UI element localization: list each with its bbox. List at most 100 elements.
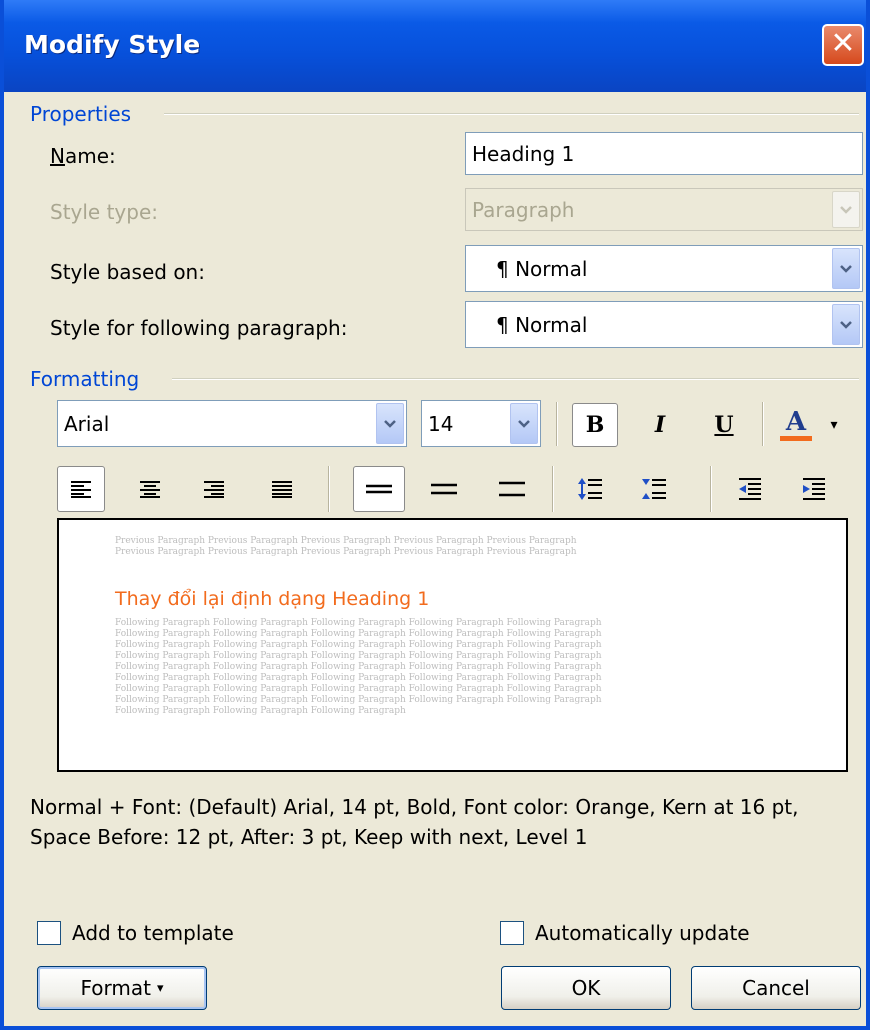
toolbar-separator — [710, 466, 712, 512]
font-color-button[interactable]: A — [774, 401, 818, 447]
justify-button[interactable] — [258, 466, 306, 512]
dialog-title: Modify Style — [24, 30, 201, 59]
ok-button[interactable]: OK — [501, 966, 671, 1010]
style-type-label: Style type: — [50, 200, 159, 224]
based-on-dropdown-button[interactable] — [832, 248, 860, 289]
single-spacing-icon — [366, 484, 392, 494]
dropdown-arrow-icon: ▾ — [156, 980, 164, 996]
properties-group-label: Properties — [30, 102, 132, 126]
space-before-button[interactable] — [566, 466, 614, 512]
increase-spacing-icon — [578, 478, 602, 500]
italic-button[interactable]: I — [637, 403, 683, 447]
following-paragraph-line: Following Paragraph Following Paragraph … — [115, 695, 602, 705]
add-to-template-checkbox[interactable] — [37, 921, 61, 945]
close-button[interactable]: ✕ — [822, 24, 864, 66]
modify-style-dialog: Modify Style ✕ Properties Name: Heading … — [0, 0, 870, 1030]
auto-update-checkbox[interactable] — [500, 921, 524, 945]
font-color-swatch — [780, 435, 812, 441]
name-label: Name: — [50, 144, 116, 168]
double-spacing-icon — [499, 481, 525, 497]
dropdown-arrow-icon: ▾ — [830, 417, 838, 433]
toolbar-separator — [762, 402, 764, 446]
format-button-label: Format — [80, 976, 151, 1000]
name-label-text: ame: — [64, 144, 116, 168]
font-size-select[interactable]: 14 — [421, 400, 541, 447]
underline-icon: U — [714, 412, 734, 438]
style-type-select: Paragraph — [465, 188, 863, 231]
following-paragraph-line: Following Paragraph Following Paragraph … — [115, 629, 602, 639]
name-input-value: Heading 1 — [472, 141, 575, 166]
following-paragraph-line: Following Paragraph Following Paragraph … — [115, 662, 602, 672]
title-bar[interactable]: Modify Style ✕ — [4, 0, 866, 92]
style-preview: Previous Paragraph Previous Paragraph Pr… — [57, 518, 848, 772]
following-paragraph-dropdown-button[interactable] — [832, 304, 860, 345]
font-color-icon: A — [785, 406, 807, 437]
decrease-indent-button[interactable] — [726, 466, 774, 512]
properties-divider — [164, 113, 859, 115]
font-select[interactable]: Arial — [57, 400, 407, 447]
align-left-button[interactable] — [57, 466, 105, 512]
chevron-down-icon — [384, 419, 396, 428]
space-after-button[interactable] — [630, 466, 678, 512]
name-input[interactable]: Heading 1 — [465, 132, 863, 175]
single-spacing-button[interactable] — [353, 466, 405, 512]
formatting-divider — [172, 378, 859, 380]
underline-button[interactable]: U — [701, 403, 747, 447]
double-spacing-button[interactable] — [486, 466, 538, 512]
add-to-template-label[interactable]: Add to template — [72, 921, 234, 945]
cancel-button-label: Cancel — [742, 976, 810, 1000]
align-left-icon — [71, 481, 91, 498]
name-label-accelerator: N — [50, 144, 65, 168]
font-color-dropdown-button[interactable]: ▾ — [822, 403, 846, 447]
based-on-value: ¶ Normal — [496, 256, 588, 281]
chevron-down-icon — [840, 264, 852, 273]
format-button[interactable]: Format ▾ — [37, 966, 207, 1010]
toolbar-separator — [552, 466, 554, 512]
font-size-dropdown-button[interactable] — [510, 403, 538, 444]
one-half-spacing-icon — [431, 483, 457, 495]
one-half-spacing-button[interactable] — [418, 466, 470, 512]
following-paragraph-line: Following Paragraph Following Paragraph … — [115, 673, 602, 683]
preview-heading: Thay đổi lại định dạng Heading 1 — [115, 588, 430, 610]
formatting-group-label: Formatting — [30, 367, 140, 391]
justify-icon — [272, 481, 292, 498]
following-paragraph-line: Following Paragraph Following Paragraph … — [115, 684, 602, 694]
increase-indent-icon — [803, 478, 825, 500]
based-on-label: Style based on: — [50, 260, 205, 284]
decrease-indent-icon — [739, 478, 761, 500]
chevron-down-icon — [518, 419, 530, 428]
following-paragraph-line: Following Paragraph Following Paragraph … — [115, 618, 602, 628]
style-description: Normal + Font: (Default) Arial, 14 pt, B… — [30, 795, 799, 849]
following-paragraph-line: Following Paragraph Following Paragraph … — [115, 651, 602, 661]
style-type-dropdown-button — [832, 191, 860, 228]
italic-icon: I — [654, 412, 666, 438]
previous-paragraph-line: Previous Paragraph Previous Paragraph Pr… — [115, 536, 577, 546]
align-right-button[interactable] — [190, 466, 238, 512]
increase-indent-button[interactable] — [790, 466, 838, 512]
ok-button-label: OK — [571, 976, 601, 1000]
font-value: Arial — [64, 411, 110, 436]
font-dropdown-button[interactable] — [376, 403, 404, 444]
align-center-icon — [140, 481, 160, 498]
based-on-select[interactable]: ¶ Normal — [465, 245, 863, 292]
toolbar-separator — [556, 402, 558, 446]
following-paragraph-select[interactable]: ¶ Normal — [465, 301, 863, 348]
auto-update-label[interactable]: Automatically update — [535, 921, 750, 945]
previous-paragraph-line: Previous Paragraph Previous Paragraph Pr… — [115, 547, 577, 557]
decrease-spacing-icon — [642, 479, 666, 499]
cancel-button[interactable]: Cancel — [691, 966, 861, 1010]
style-type-value: Paragraph — [472, 197, 575, 222]
font-size-value: 14 — [428, 411, 454, 436]
align-center-button[interactable] — [126, 466, 174, 512]
close-icon: ✕ — [830, 26, 856, 61]
chevron-down-icon — [840, 320, 852, 329]
following-paragraph-line: Following Paragraph Following Paragraph … — [115, 640, 602, 650]
toolbar-separator — [328, 466, 330, 512]
bold-button[interactable]: B — [572, 403, 618, 447]
chevron-down-icon — [840, 205, 852, 214]
following-paragraph-line: Following Paragraph Following Paragraph … — [115, 706, 406, 716]
bold-icon: B — [585, 412, 605, 438]
following-paragraph-label: Style for following paragraph: — [50, 316, 348, 340]
following-paragraph-value: ¶ Normal — [496, 312, 588, 337]
align-right-icon — [204, 481, 224, 498]
